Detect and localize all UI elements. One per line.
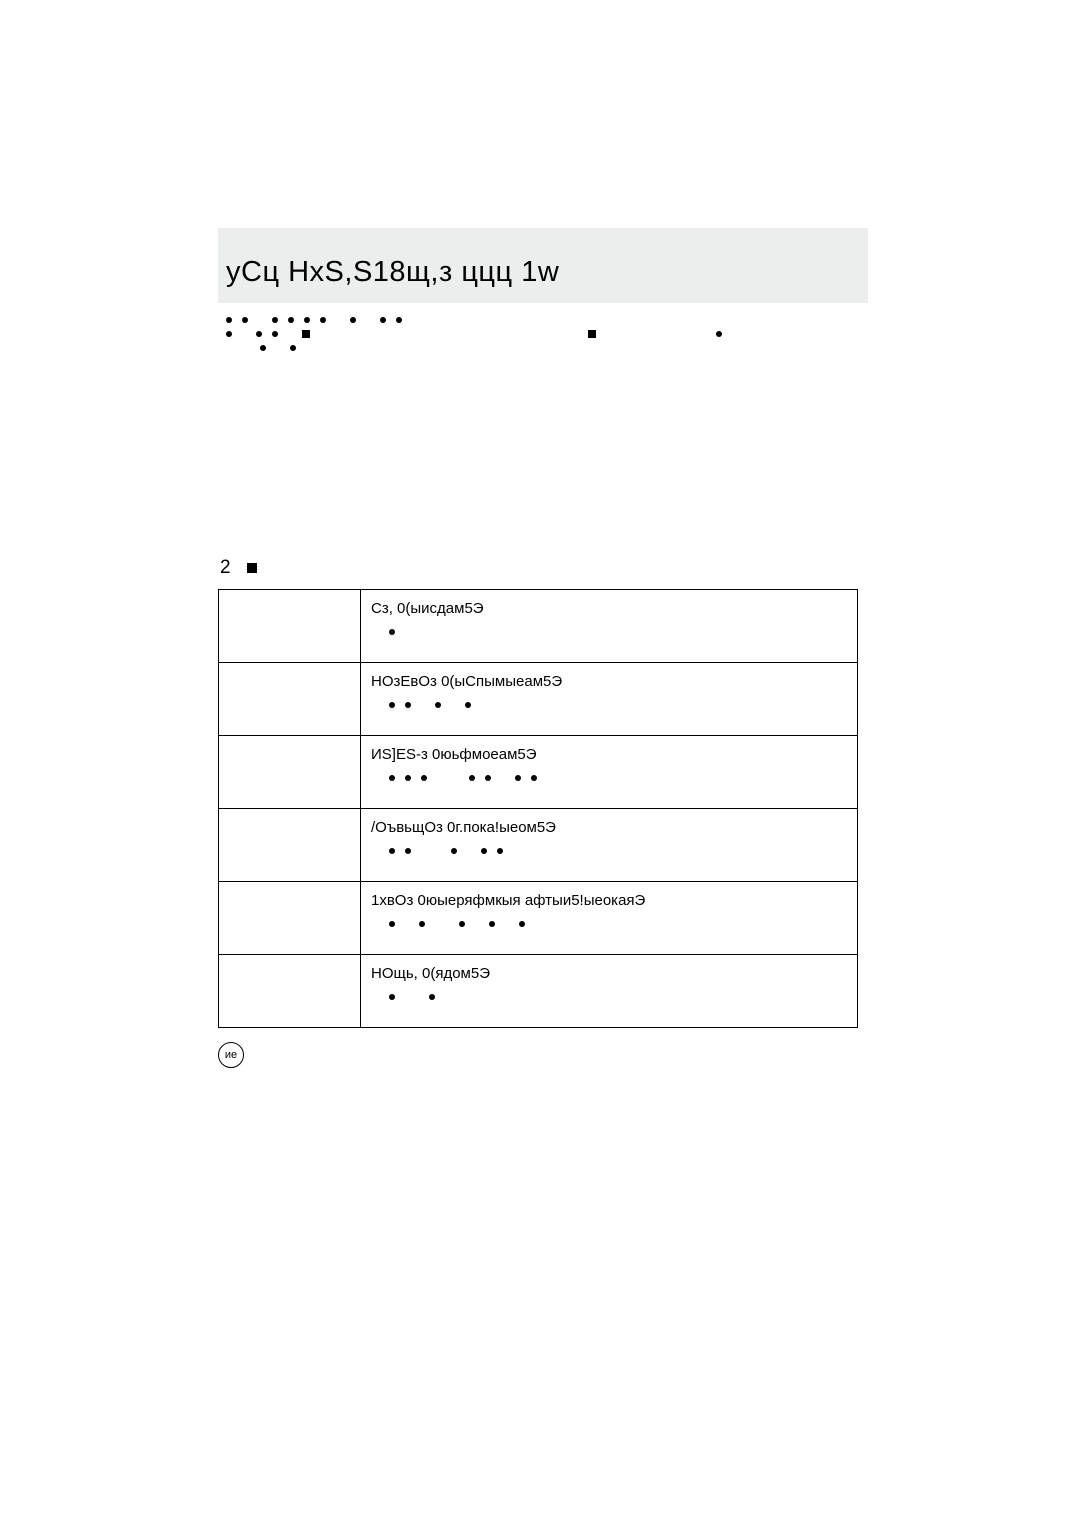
- header-band: уСц НхS,S18щ,з ццц 1w: [218, 228, 868, 303]
- table-row: ИS]ES-з 0юьфмоеам5Э: [219, 736, 857, 809]
- row-content-cell: НОщь, 0(ядом5Э: [361, 955, 857, 1027]
- row-content-cell: Сз, 0(ыисдам5Э: [361, 590, 857, 662]
- table-row: НОзЕвОз 0(ыСпымыеам5Э: [219, 663, 857, 736]
- row-content-cell: 1хвОз 0юыеряфмкыя афтыи5!ыеокаяЭ: [361, 882, 857, 954]
- row-content-cell: ИS]ES-з 0юьфмоеам5Э: [361, 736, 857, 808]
- table-row: Сз, 0(ыисдам5Э: [219, 590, 857, 663]
- section-number: 2: [220, 557, 231, 579]
- row-label-cell: [219, 882, 361, 954]
- row-content-cell: НОзЕвОз 0(ыСпымыеам5Э: [361, 663, 857, 735]
- row-label-cell: [219, 809, 361, 881]
- row-label-cell: [219, 955, 361, 1027]
- row-label-cell: [219, 663, 361, 735]
- page-badge: ие: [218, 1042, 244, 1068]
- document-page: уСц НхS,S18щ,з ццц 1w: [218, 228, 868, 1068]
- page-title: уСц НхS,S18щ,з ццц 1w: [226, 256, 860, 289]
- table-row: 1хвОз 0юыеряфмкыя афтыи5!ыеокаяЭ: [219, 882, 857, 955]
- header-sub-dots: [218, 303, 868, 353]
- table-row: НОщь, 0(ядом5Э: [219, 955, 857, 1027]
- row-label-cell: [219, 736, 361, 808]
- table-row: /ОъвьщОз 0г.пока!ыеом5Э: [219, 809, 857, 882]
- section-label: 2: [218, 557, 868, 579]
- row-label-cell: [219, 590, 361, 662]
- row-content-cell: /ОъвьщОз 0г.пока!ыеом5Э: [361, 809, 857, 881]
- content-table: Сз, 0(ыисдам5Э НОзЕвОз 0(ыСпымыеам5Э И: [218, 589, 858, 1028]
- section-marker-icon: [247, 563, 257, 573]
